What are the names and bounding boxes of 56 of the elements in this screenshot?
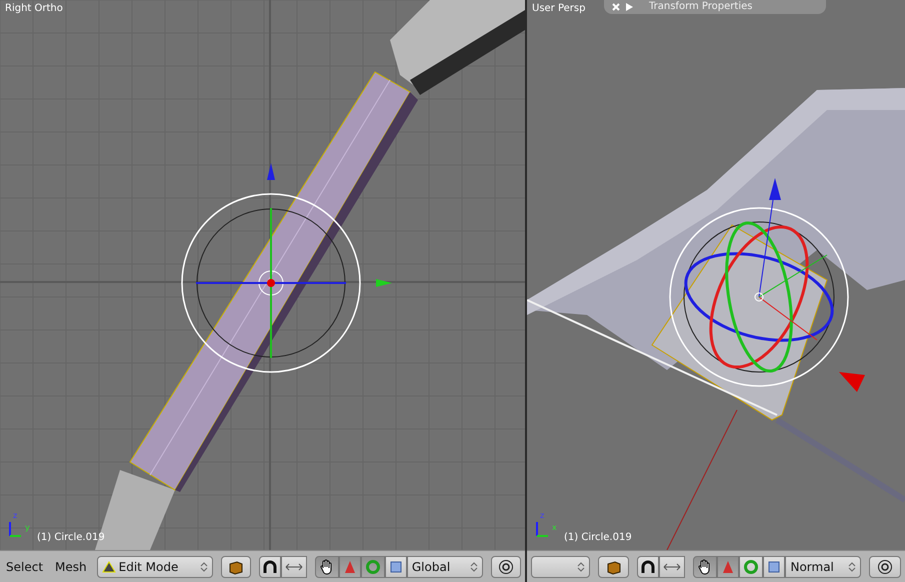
ring-icon <box>364 558 381 574</box>
ring-icon <box>743 558 760 574</box>
panel-title: Transform Properties <box>649 1 752 13</box>
object-label: (1) Circle.019 <box>37 532 105 543</box>
up-down-arrows-icon <box>576 562 585 572</box>
target-icon <box>498 558 514 574</box>
cube-icon <box>228 558 244 574</box>
3d-viewport[interactable]: Right Ortho z y (1) Circle.019 <box>0 0 525 550</box>
triangle-icon[interactable] <box>626 3 633 11</box>
scale-toggle[interactable] <box>384 556 407 578</box>
proportional-edit-dropdown[interactable] <box>490 556 521 578</box>
translate-toggle[interactable] <box>717 556 740 578</box>
draw-type-dropdown[interactable] <box>598 556 630 578</box>
3d-viewport[interactable]: User Persp Transform Properties z x (1) Circle.019 <box>527 0 905 550</box>
rotate-toggle[interactable] <box>739 556 764 578</box>
axis-label: z <box>13 512 18 520</box>
pivot-button[interactable] <box>258 556 281 578</box>
orientation-dropdown[interactable]: Global <box>406 556 483 578</box>
cone-icon <box>344 560 356 574</box>
up-down-arrows-icon <box>200 562 208 572</box>
proportional-edit-dropdown[interactable] <box>869 556 901 578</box>
pivot-button[interactable] <box>637 556 660 578</box>
hand-toggle[interactable] <box>314 556 339 578</box>
triangle-mesh-icon <box>102 560 116 572</box>
up-down-arrows-icon <box>470 562 478 572</box>
axis-icon <box>535 520 549 538</box>
translate-toggle[interactable] <box>338 556 361 578</box>
viewport-title: Right Ortho <box>5 3 63 14</box>
cone-icon <box>722 560 734 574</box>
magnet-icon <box>641 560 656 574</box>
object-label: (1) Circle.019 <box>564 532 632 543</box>
resize-arrows-icon <box>663 560 682 572</box>
cube-icon <box>606 558 622 574</box>
menu-item[interactable]: Mesh <box>53 560 89 574</box>
target-icon <box>877 558 894 574</box>
viewport-title: User Persp <box>532 3 586 14</box>
up-down-arrows-icon <box>848 562 856 572</box>
snap-button[interactable] <box>280 556 307 578</box>
resize-arrows-icon <box>284 560 303 572</box>
axis-label: y <box>25 524 30 532</box>
hand-toggle[interactable] <box>693 556 718 578</box>
axis-label: x <box>552 524 557 532</box>
mode-dropdown[interactable] <box>531 556 590 578</box>
mode-dropdown[interactable]: Edit Mode <box>96 556 213 578</box>
draw-type-dropdown[interactable] <box>220 556 251 578</box>
square-icon <box>390 560 402 572</box>
scale-toggle[interactable] <box>763 556 786 578</box>
menu-item[interactable]: Select <box>4 560 46 574</box>
square-icon <box>768 560 780 572</box>
orientation-dropdown[interactable]: Normal <box>785 556 862 578</box>
snap-button[interactable] <box>659 556 686 578</box>
rotate-toggle[interactable] <box>360 556 385 578</box>
axis-label: z <box>540 512 544 520</box>
close-icon[interactable] <box>612 3 620 11</box>
axis-icon <box>8 520 22 538</box>
magnet-icon <box>262 560 277 574</box>
